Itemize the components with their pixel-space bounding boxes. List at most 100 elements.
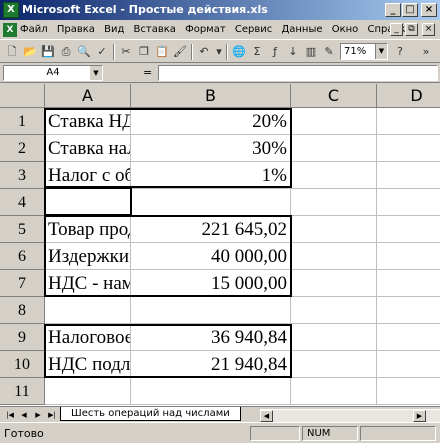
cell-c[interactable] xyxy=(291,135,377,162)
function-icon[interactable]: ƒ xyxy=(267,44,283,60)
menu-edit[interactable]: Правка xyxy=(57,24,95,35)
cell-a[interactable]: НДС подлежащий уплате xyxy=(45,351,131,378)
row-header[interactable]: 6 xyxy=(0,243,45,270)
cell-a[interactable] xyxy=(45,378,131,405)
cell-a[interactable] xyxy=(45,189,131,216)
cell-a[interactable] xyxy=(45,297,131,324)
first-sheet-icon[interactable]: |◀ xyxy=(4,409,16,421)
spelling-icon[interactable]: ✓ xyxy=(94,44,110,60)
cell-a[interactable]: Товар продан xyxy=(45,216,131,243)
cell-c[interactable] xyxy=(291,297,377,324)
scroll-right-icon[interactable]: ▶ xyxy=(413,410,426,422)
row-header[interactable]: 11 xyxy=(0,378,45,405)
new-document-icon[interactable]: 🗋 xyxy=(4,44,20,60)
chart-wizard-icon[interactable]: ▥ xyxy=(303,44,319,60)
column-header-d[interactable]: D xyxy=(377,84,440,108)
close-button[interactable]: × xyxy=(421,3,437,17)
cell-a[interactable]: Налоговое бремя xyxy=(45,324,131,351)
workbook-restore-button[interactable]: ⧉ xyxy=(405,23,418,36)
cut-icon[interactable]: ✂ xyxy=(118,44,134,60)
cell-a[interactable]: НДС - нами уплаченный xyxy=(45,270,131,297)
cell-d[interactable] xyxy=(377,108,440,135)
cell-c[interactable] xyxy=(291,243,377,270)
row-header[interactable]: 8 xyxy=(0,297,45,324)
open-folder-icon[interactable]: 📂 xyxy=(22,44,38,60)
cell-c[interactable] xyxy=(291,351,377,378)
autosum-icon[interactable]: Σ xyxy=(249,44,265,60)
last-sheet-icon[interactable]: ▶| xyxy=(46,409,58,421)
cell-c[interactable] xyxy=(291,324,377,351)
undo-dropdown-icon[interactable]: ▾ xyxy=(211,44,227,60)
cell-b[interactable]: 36 940,84 xyxy=(131,324,291,351)
workbook-minimize-button[interactable]: _ xyxy=(390,23,403,36)
cell-d[interactable] xyxy=(377,351,440,378)
worksheet-grid[interactable]: A B C D 1Ставка НДС20% 2Ставка налога на … xyxy=(0,84,440,406)
cell-c[interactable] xyxy=(291,162,377,189)
cell-b[interactable] xyxy=(131,189,291,216)
cell-d[interactable] xyxy=(377,189,440,216)
menu-tools[interactable]: Сервис xyxy=(235,24,272,35)
drawing-icon[interactable]: ✎ xyxy=(321,44,337,60)
format-painter-icon[interactable]: 🖌 xyxy=(172,44,188,60)
cell-b[interactable] xyxy=(131,378,291,405)
select-all-corner[interactable] xyxy=(0,84,45,108)
menu-window[interactable]: Окно xyxy=(332,24,359,35)
cell-b[interactable]: 221 645,02 xyxy=(131,216,291,243)
cell-d[interactable] xyxy=(377,135,440,162)
row-header[interactable]: 2 xyxy=(0,135,45,162)
menu-data[interactable]: Данные xyxy=(281,24,322,35)
copy-icon[interactable]: ❐ xyxy=(136,44,152,60)
cell-b[interactable]: 30% xyxy=(131,135,291,162)
cell-d[interactable] xyxy=(377,378,440,405)
paste-icon[interactable]: 📋 xyxy=(154,44,170,60)
cell-a[interactable]: Налог с оборота xyxy=(45,162,131,189)
name-box[interactable]: A4 ▼ xyxy=(3,65,103,81)
cell-d[interactable] xyxy=(377,162,440,189)
next-sheet-icon[interactable]: ▶ xyxy=(32,409,44,421)
cell-d[interactable] xyxy=(377,270,440,297)
chevron-down-icon[interactable]: ▼ xyxy=(375,44,387,59)
row-header[interactable]: 9 xyxy=(0,324,45,351)
column-header-b[interactable]: B xyxy=(131,84,291,108)
sheet-tab-active[interactable]: Шесть операций над числами xyxy=(60,407,241,421)
help-icon[interactable]: ? xyxy=(392,44,408,60)
cell-d[interactable] xyxy=(377,324,440,351)
cell-a[interactable]: Ставка НДС xyxy=(45,108,131,135)
cell-b[interactable]: 15 000,00 xyxy=(131,270,291,297)
menu-format[interactable]: Формат xyxy=(185,24,226,35)
excel-app-icon[interactable]: X xyxy=(3,2,19,18)
toolbar-options-icon[interactable]: » xyxy=(418,44,434,60)
cell-c[interactable] xyxy=(291,189,377,216)
cell-b[interactable]: 40 000,00 xyxy=(131,243,291,270)
cell-c[interactable] xyxy=(291,270,377,297)
column-header-a[interactable]: A xyxy=(45,84,131,108)
horizontal-scrollbar[interactable]: ◀ ▶ xyxy=(260,409,440,422)
previous-sheet-icon[interactable]: ◀ xyxy=(18,409,30,421)
cell-d[interactable] xyxy=(377,297,440,324)
cell-b[interactable]: 20% xyxy=(131,108,291,135)
save-icon[interactable]: 💾 xyxy=(40,44,56,60)
hyperlink-icon[interactable]: 🌐 xyxy=(231,44,247,60)
maximize-button[interactable]: □ xyxy=(402,3,418,17)
cell-c[interactable] xyxy=(291,378,377,405)
workbook-icon[interactable]: X xyxy=(3,23,17,37)
cell-c[interactable] xyxy=(291,216,377,243)
menu-insert[interactable]: Вставка xyxy=(134,24,176,35)
row-header[interactable]: 5 xyxy=(0,216,45,243)
cell-b[interactable]: 21 940,84 xyxy=(131,351,291,378)
cell-c[interactable] xyxy=(291,108,377,135)
row-header[interactable]: 3 xyxy=(0,162,45,189)
sort-ascending-icon[interactable]: ↓ xyxy=(285,44,301,60)
print-preview-icon[interactable]: 🔍 xyxy=(76,44,92,60)
cell-d[interactable] xyxy=(377,216,440,243)
workbook-close-button[interactable]: × xyxy=(422,23,435,36)
chevron-down-icon[interactable]: ▼ xyxy=(90,66,102,80)
cell-d[interactable] xyxy=(377,243,440,270)
row-header[interactable]: 1 xyxy=(0,108,45,135)
row-header[interactable]: 4 xyxy=(0,189,45,216)
print-icon[interactable]: ⎙ xyxy=(58,44,74,60)
menu-file[interactable]: Файл xyxy=(20,24,48,35)
scroll-left-icon[interactable]: ◀ xyxy=(260,410,273,422)
cell-a[interactable]: Издержки xyxy=(45,243,131,270)
zoom-select[interactable]: 71% ▼ xyxy=(340,43,388,60)
